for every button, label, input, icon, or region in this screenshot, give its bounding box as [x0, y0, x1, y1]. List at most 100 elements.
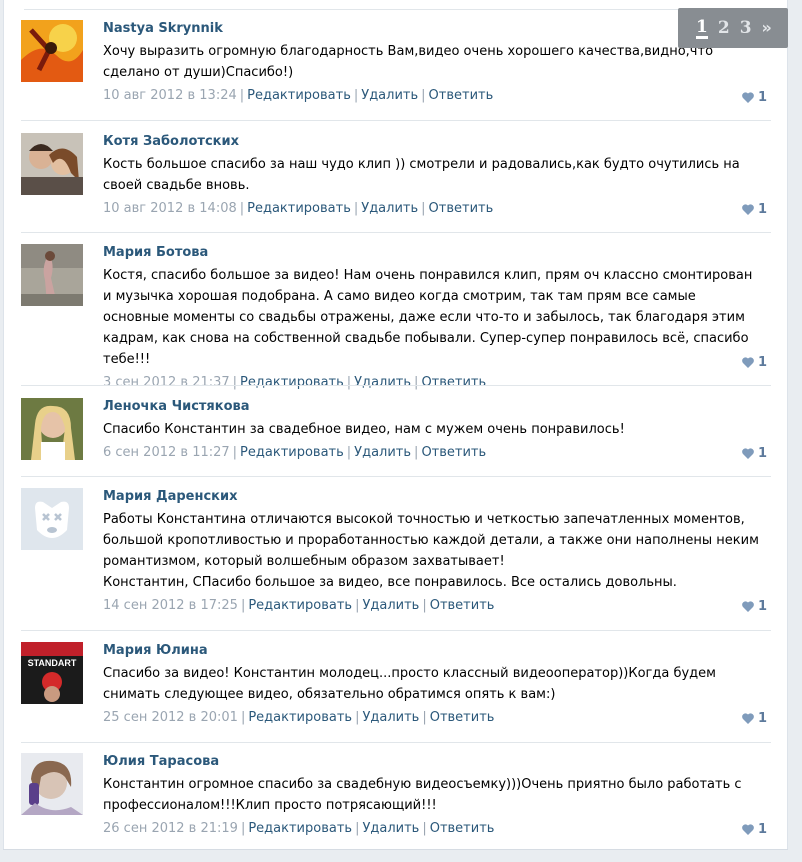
- comment-item: Мария Даренских Работы Константина отлич…: [21, 488, 771, 618]
- like-button[interactable]: 1: [742, 446, 767, 461]
- comment-text: Кость большое спасибо за наш чудо клип )…: [103, 157, 740, 193]
- avatar[interactable]: [21, 20, 83, 82]
- comment-text: Спасибо за видео! Константин молодец...п…: [103, 666, 716, 702]
- comments-panel: Nastya Skrynnik Хочу выразить огромную б…: [3, 0, 788, 858]
- avatar[interactable]: [21, 753, 83, 815]
- like-count: 1: [757, 446, 767, 461]
- comment-author[interactable]: Мария Юлина: [103, 642, 763, 660]
- like-count: 1: [757, 711, 767, 726]
- edit-link[interactable]: Редактировать: [240, 375, 344, 390]
- comment-author[interactable]: Леночка Чистякова: [103, 398, 763, 416]
- avatar[interactable]: [21, 244, 83, 306]
- comment-date[interactable]: 26 сен 2012 в 21:19: [103, 821, 238, 836]
- avatar[interactable]: [21, 488, 83, 550]
- comment-date[interactable]: 3 сен 2012 в 21:37: [103, 375, 230, 390]
- like-button[interactable]: 1: [742, 355, 767, 370]
- reply-link[interactable]: Ответить: [429, 88, 494, 103]
- reply-link[interactable]: Ответить: [429, 201, 494, 216]
- avatar[interactable]: [21, 133, 83, 195]
- comment-item: Nastya Skrynnik Хочу выразить огромную б…: [21, 20, 771, 110]
- heart-icon: [742, 357, 754, 368]
- delete-link[interactable]: Удалить: [361, 201, 418, 216]
- edit-link[interactable]: Редактировать: [248, 710, 352, 725]
- comment-date[interactable]: 25 сен 2012 в 20:01: [103, 710, 238, 725]
- comment-item: Мария Ботова Костя, спасибо большое за в…: [21, 244, 771, 390]
- comment-text: Спасибо Константин за свадебное видео, н…: [103, 422, 625, 437]
- reply-link[interactable]: Ответить: [430, 821, 495, 836]
- edit-link[interactable]: Редактировать: [247, 201, 351, 216]
- divider: [24, 9, 772, 10]
- comment-author[interactable]: Nastya Skrynnik: [103, 20, 763, 38]
- reply-link[interactable]: Ответить: [430, 598, 495, 613]
- comment-author[interactable]: Котя Заболотских: [103, 133, 763, 151]
- like-count: 1: [757, 822, 767, 837]
- comment-author[interactable]: Юлия Тарасова: [103, 753, 763, 771]
- delete-link[interactable]: Удалить: [354, 445, 411, 460]
- page-link-2[interactable]: 2: [718, 18, 730, 38]
- like-count: 1: [757, 202, 767, 217]
- comment-date[interactable]: 6 сен 2012 в 11:27: [103, 445, 230, 460]
- comment-meta: 6 сен 2012 в 11:27 | Редактировать | Удалить…: [103, 445, 487, 460]
- reply-link[interactable]: Ответить: [430, 710, 495, 725]
- delete-link[interactable]: Удалить: [361, 88, 418, 103]
- heart-icon: [742, 824, 754, 835]
- like-count: 1: [757, 90, 767, 105]
- like-button[interactable]: 1: [742, 202, 767, 217]
- comment-text: Хочу выразить огромную благодарность Вам…: [103, 44, 714, 80]
- comment-author[interactable]: Мария Даренских: [103, 488, 763, 506]
- comment-date[interactable]: 10 авг 2012 в 14:08: [103, 201, 237, 216]
- like-count: 1: [757, 599, 767, 614]
- delete-link[interactable]: Удалить: [362, 710, 419, 725]
- comment-meta: 10 авг 2012 в 13:24 | Редактировать | Удалит…: [103, 88, 494, 103]
- comment-meta: 26 сен 2012 в 21:19 | Редактировать | Удалит…: [103, 821, 495, 836]
- divider: [21, 742, 771, 743]
- avatar[interactable]: STANDART: [21, 642, 83, 704]
- heart-icon: [742, 601, 754, 612]
- next-page-button[interactable]: »: [762, 18, 772, 38]
- page-link-3[interactable]: 3: [740, 18, 752, 38]
- heart-icon: [742, 204, 754, 215]
- edit-link[interactable]: Редактировать: [248, 821, 352, 836]
- delete-link[interactable]: Удалить: [354, 375, 411, 390]
- like-count: 1: [757, 355, 767, 370]
- heart-icon: [742, 92, 754, 103]
- avatar-label: STANDART: [28, 658, 77, 668]
- avatar[interactable]: [21, 398, 83, 460]
- pagination: 1 2 3 »: [678, 8, 788, 48]
- comment-meta: 3 сен 2012 в 21:37 | Редактировать | Удалить…: [103, 375, 487, 390]
- divider: [21, 120, 771, 121]
- comment-meta: 10 авг 2012 в 14:08 | Редактировать | Удалит…: [103, 201, 494, 216]
- comment-date[interactable]: 10 авг 2012 в 13:24: [103, 88, 237, 103]
- comment-item: Юлия Тарасова Константин огромное спасиб…: [21, 753, 771, 843]
- reply-link[interactable]: Ответить: [421, 445, 486, 460]
- edit-link[interactable]: Редактировать: [248, 598, 352, 613]
- reply-link[interactable]: Ответить: [421, 375, 486, 390]
- default-avatar-icon: [21, 488, 83, 550]
- divider: [21, 476, 771, 477]
- divider: [21, 385, 771, 386]
- like-button[interactable]: 1: [742, 822, 767, 837]
- heart-icon: [742, 448, 754, 459]
- comment-author[interactable]: Мария Ботова: [103, 244, 763, 262]
- page-link-1[interactable]: 1: [696, 18, 708, 39]
- like-button[interactable]: 1: [742, 90, 767, 105]
- delete-link[interactable]: Удалить: [362, 821, 419, 836]
- comment-item: Леночка Чистякова Спасибо Константин за …: [21, 398, 771, 468]
- like-button[interactable]: 1: [742, 599, 767, 614]
- footer-strip: [3, 849, 788, 862]
- comment-text: Работы Константина отличаются высокой то…: [103, 512, 759, 590]
- comment-text: Костя, спасибо большое за видео! Нам оче…: [103, 268, 753, 367]
- edit-link[interactable]: Редактировать: [240, 445, 344, 460]
- heart-icon: [742, 713, 754, 724]
- comment-meta: 25 сен 2012 в 20:01 | Редактировать | Удалит…: [103, 710, 495, 725]
- comment-meta: 14 сен 2012 в 17:25 | Редактировать | Удалит…: [103, 598, 495, 613]
- delete-link[interactable]: Удалить: [362, 598, 419, 613]
- divider: [21, 232, 771, 233]
- comment-item: Котя Заболотских Кость большое спасибо з…: [21, 133, 771, 223]
- edit-link[interactable]: Редактировать: [247, 88, 351, 103]
- comment-text: Константин огромное спасибо за свадебную…: [103, 777, 742, 813]
- divider: [21, 630, 771, 631]
- comment-item: STANDART Мария Юлина Спасибо за видео! К…: [21, 642, 771, 732]
- comment-date[interactable]: 14 сен 2012 в 17:25: [103, 598, 238, 613]
- like-button[interactable]: 1: [742, 711, 767, 726]
